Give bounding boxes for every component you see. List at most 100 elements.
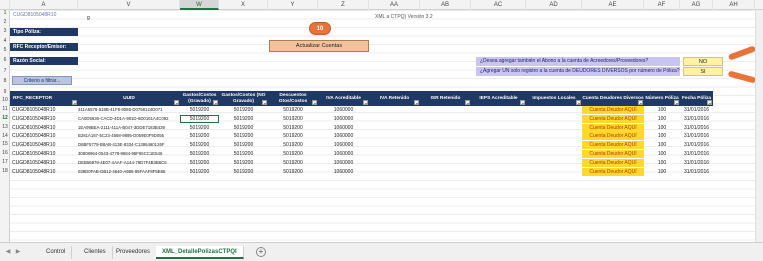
table-cell[interactable]: 5019200 xyxy=(219,150,268,158)
table-cell[interactable]: 31/01/2016 xyxy=(680,106,713,114)
table-cell[interactable] xyxy=(526,132,582,140)
row-header[interactable]: 10 xyxy=(0,97,10,103)
table-cell[interactable]: 100 xyxy=(644,124,680,132)
active-cell-outline[interactable] xyxy=(180,115,219,123)
table-cell[interactable]: 1060000 xyxy=(318,150,369,158)
table-cell[interactable] xyxy=(369,141,420,149)
filter-dropdown-icon[interactable] xyxy=(465,100,470,105)
table-cell[interactable]: 1060000 xyxy=(318,132,369,140)
table-cell[interactable]: Cuenta Deudor AQUÍ xyxy=(582,167,644,176)
table-cell[interactable]: DEB56979-4E07-4AAF-A144-79D7F4B3B6C6 xyxy=(78,159,180,167)
answer-deudores-diversos[interactable]: SI xyxy=(683,67,723,76)
table-cell[interactable]: 5019200 xyxy=(219,115,268,123)
filter-dropdown-icon[interactable] xyxy=(213,100,218,105)
add-sheet-icon[interactable]: + xyxy=(256,247,266,257)
table-cell[interactable]: 5019200 xyxy=(180,159,219,167)
filter-dropdown-icon[interactable] xyxy=(674,100,679,105)
table-cell[interactable]: 5019200 xyxy=(219,106,268,114)
table-cell[interactable]: 5019200 xyxy=(268,115,318,123)
table-cell[interactable]: 1060000 xyxy=(318,159,369,167)
row-header[interactable]: 15 xyxy=(0,141,10,147)
table-cell[interactable] xyxy=(420,124,471,132)
th-gastos-no-gravado[interactable]: Gastos/Costos (NO Gravado) xyxy=(219,91,268,106)
th-fecha-poliza[interactable]: Fecha Póliza xyxy=(680,91,713,106)
column-header-aa[interactable]: AA xyxy=(369,0,420,10)
row-header[interactable]: 16 xyxy=(0,150,10,156)
table-cell[interactable]: 100 xyxy=(644,106,680,114)
table-cell[interactable] xyxy=(420,150,471,158)
table-cell[interactable]: 5019200 xyxy=(219,124,268,132)
table-cell[interactable]: 039D0FAB-DB12-4640-A986-95FAAF8F5E65 xyxy=(78,168,180,176)
table-cell[interactable]: 5019200 xyxy=(219,141,268,149)
table-cell[interactable]: Cuenta Deudor AQUÍ xyxy=(582,132,644,141)
row-header[interactable]: 7 xyxy=(0,68,10,74)
column-header-ab[interactable]: AB xyxy=(420,0,471,10)
th-gastos-gravado[interactable]: Gastos/Costos (Gravado) xyxy=(180,91,219,106)
table-cell[interactable] xyxy=(526,141,582,149)
filter-dropdown-icon[interactable] xyxy=(520,100,525,105)
th-impuestos-locales[interactable]: Impuestos Locales xyxy=(526,91,582,106)
table-cell[interactable]: Cuenta Deudor AQUÍ xyxy=(582,114,644,123)
column-header-ae[interactable]: AE xyxy=(582,0,644,10)
table-cell[interactable]: 5019200 xyxy=(180,150,219,158)
table-cell[interactable] xyxy=(471,115,526,123)
column-header-ah[interactable]: AH xyxy=(713,0,755,10)
table-cell[interactable] xyxy=(471,168,526,176)
table-cell[interactable] xyxy=(420,168,471,176)
table-cell[interactable]: 31/01/2016 xyxy=(680,124,713,132)
table-cell[interactable] xyxy=(471,150,526,158)
table-cell[interactable] xyxy=(420,115,471,123)
table-cell[interactable]: 5019200 xyxy=(268,132,318,140)
table-cell[interactable] xyxy=(369,115,420,123)
row-header[interactable]: 12 xyxy=(0,115,10,121)
column-header-af[interactable]: AF xyxy=(644,0,680,10)
table-cell[interactable]: 5019200 xyxy=(180,132,219,140)
th-descuentos[interactable]: Descuentos Gtos/Costos xyxy=(268,91,318,106)
column-header-w[interactable]: W xyxy=(180,0,219,10)
table-cell[interactable]: CUGD8105048R10 xyxy=(10,141,78,149)
table-cell[interactable]: 5019200 xyxy=(180,141,219,149)
filter-dropdown-icon[interactable] xyxy=(72,100,77,105)
table-cell[interactable]: Cuenta Deudor AQUÍ xyxy=(582,141,644,150)
table-cell[interactable] xyxy=(526,106,582,114)
tab-scroll-left-icon[interactable]: ◀ xyxy=(4,248,12,257)
table-cell[interactable]: 5019200 xyxy=(268,124,318,132)
table-cell[interactable]: 311A6576-518B-41F8-9086-D0758124D071 xyxy=(78,106,180,114)
th-numero-poliza[interactable]: Número Póliza xyxy=(644,91,680,106)
table-cell[interactable] xyxy=(526,159,582,167)
table-cell[interactable] xyxy=(420,106,471,114)
row-header[interactable]: 9 xyxy=(0,89,10,95)
table-cell[interactable]: D6BF5779-B8AB-413E-8334-C1395460126F xyxy=(78,141,180,149)
row-header[interactable]: 1 xyxy=(0,10,10,16)
table-cell[interactable]: 5019200 xyxy=(180,168,219,176)
column-header-z[interactable]: Z xyxy=(318,0,369,10)
table-cell[interactable]: 31/01/2016 xyxy=(680,141,713,149)
answer-abono-proveedores[interactable]: NO xyxy=(683,57,723,66)
table-cell[interactable]: CA0D5636-CACD-4D1A-981D-6D0161A4C092 xyxy=(78,115,180,123)
table-cell[interactable]: 1EA99BEA-2111-411A-B047-3DDE7183B439 xyxy=(78,124,180,132)
table-cell[interactable]: 1060000 xyxy=(318,168,369,176)
table-cell[interactable] xyxy=(369,132,420,140)
row-header[interactable]: 8 xyxy=(0,78,10,84)
th-uuid[interactable]: UUID xyxy=(78,91,180,106)
table-cell[interactable] xyxy=(526,115,582,123)
table-cell[interactable] xyxy=(369,159,420,167)
table-cell[interactable]: 1060000 xyxy=(318,124,369,132)
column-header-ad[interactable]: AD xyxy=(526,0,582,10)
th-iva-acreditable[interactable]: IVA Acreditable xyxy=(318,91,369,106)
table-cell[interactable]: CUGD8105048R10 xyxy=(10,124,78,132)
table-cell[interactable]: 5019200 xyxy=(268,141,318,149)
table-cell[interactable]: 5019200 xyxy=(268,150,318,158)
filter-dropdown-icon[interactable] xyxy=(414,100,419,105)
update-accounts-button[interactable]: Actualizar Cuentas xyxy=(269,40,369,52)
table-cell[interactable]: 100 xyxy=(644,141,680,149)
table-cell[interactable]: 5019200 xyxy=(268,159,318,167)
table-cell[interactable] xyxy=(420,159,471,167)
table-cell[interactable]: CUGD8105048R10 xyxy=(10,150,78,158)
table-cell[interactable]: 31/01/2016 xyxy=(680,132,713,140)
table-cell[interactable]: 30908964-0543-4778-9684-95F65CC1E546 xyxy=(78,150,180,158)
table-cell[interactable] xyxy=(526,150,582,158)
column-header-a[interactable]: A xyxy=(10,0,78,10)
filter-dropdown-icon[interactable] xyxy=(707,100,712,105)
row-header[interactable]: 3 xyxy=(0,28,10,34)
